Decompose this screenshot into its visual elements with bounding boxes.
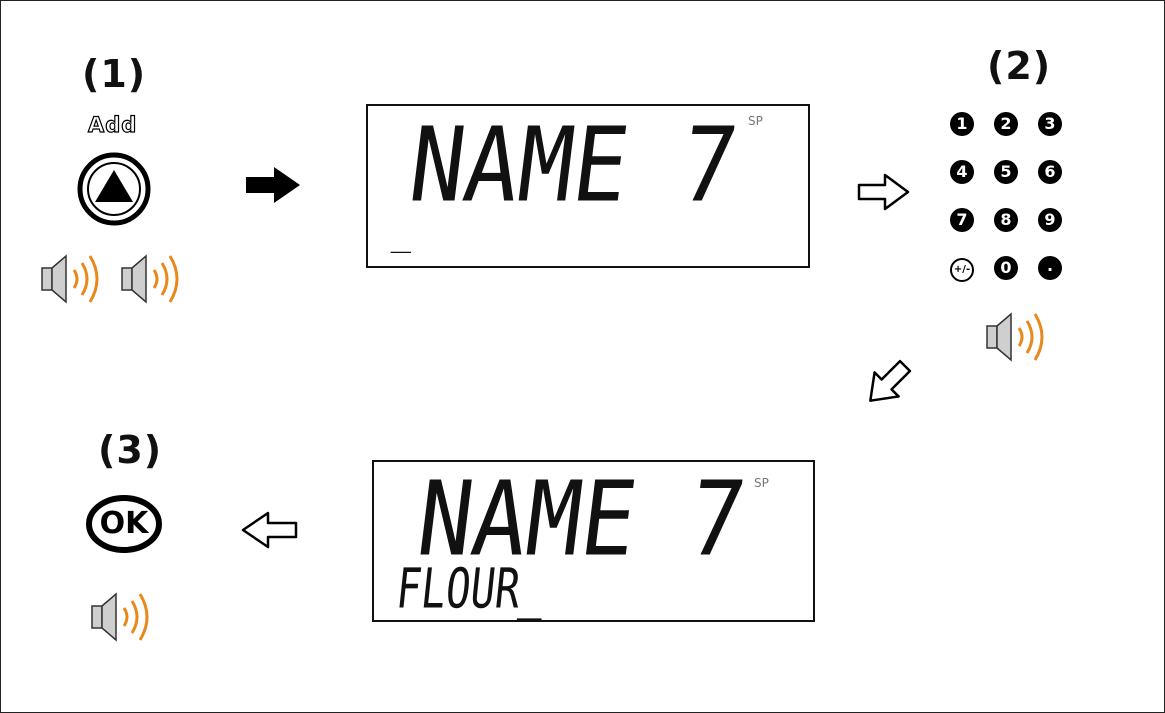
step-3-label: (3) — [98, 428, 163, 472]
beep-speaker-icon — [985, 308, 1059, 366]
key-6[interactable]: 6 — [1038, 160, 1062, 184]
ok-button[interactable]: OK — [84, 494, 164, 554]
beep-speaker-icon — [120, 250, 194, 308]
display-sub-text: _ — [390, 214, 417, 254]
key-2[interactable]: 2 — [994, 112, 1018, 136]
display-main-text: NAME 7 — [403, 106, 744, 226]
lcd-display-top: NAME 7 SP _ — [366, 104, 810, 268]
key-3[interactable]: 3 — [1038, 112, 1062, 136]
step-1-label: (1) — [82, 52, 147, 96]
step-2-label: (2) — [987, 44, 1052, 88]
lcd-display-bottom: NAME 7 SP FLOUR_ — [372, 460, 815, 622]
key-0[interactable]: 0 — [994, 256, 1018, 280]
key-8[interactable]: 8 — [994, 208, 1018, 232]
key-decimal[interactable]: . — [1038, 256, 1062, 280]
key-9[interactable]: 9 — [1038, 208, 1062, 232]
solid-arrow-right-icon — [244, 165, 302, 209]
display-indicator: SP — [748, 114, 763, 128]
outline-arrow-left-icon — [240, 510, 298, 554]
key-1[interactable]: 1 — [950, 112, 974, 136]
beep-speaker-icon — [90, 588, 164, 646]
add-up-button[interactable] — [75, 150, 153, 232]
display-sub-text: FLOUR_ — [393, 557, 549, 621]
key-plus-minus[interactable]: +/- — [950, 258, 974, 282]
outline-arrow-right-icon — [857, 172, 911, 216]
key-4[interactable]: 4 — [950, 160, 974, 184]
beep-speaker-icon — [40, 250, 114, 308]
display-indicator: SP — [754, 476, 769, 490]
ok-button-label: OK — [99, 506, 149, 541]
outline-arrow-down-left-icon — [858, 356, 918, 414]
add-button-label: Add — [87, 112, 138, 137]
numeric-keypad: 1 2 3 4 5 6 7 8 9 +/- 0 . — [950, 112, 1090, 292]
key-7[interactable]: 7 — [950, 208, 974, 232]
up-triangle-icon — [77, 152, 151, 226]
key-5[interactable]: 5 — [994, 160, 1018, 184]
